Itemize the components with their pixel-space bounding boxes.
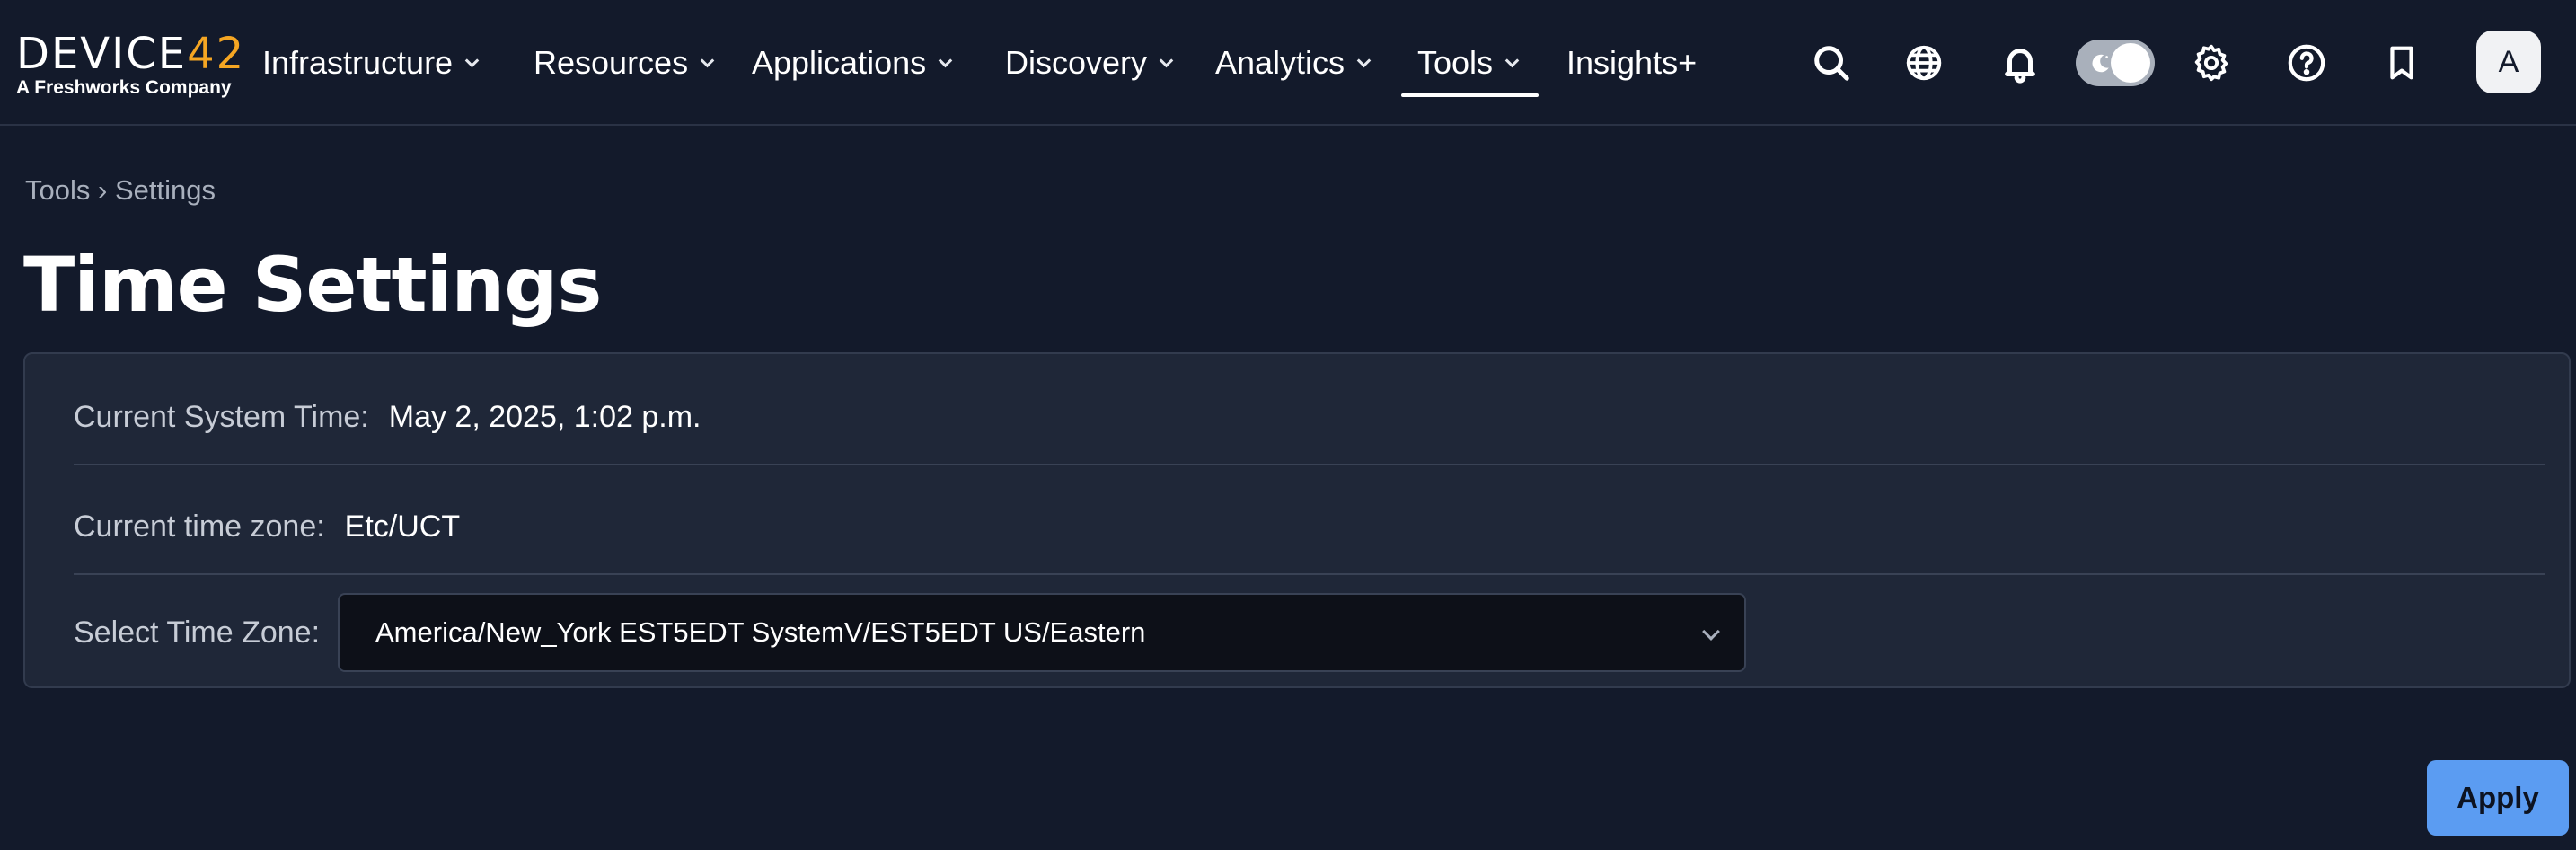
top-navigation-bar: DEVICE42 A Freshworks Company Infrastruc… (0, 0, 2576, 126)
nav-item-label: Analytics (1215, 44, 1345, 81)
current-timezone-label: Current time zone: (74, 509, 325, 544)
system-time-row: Current System Time: May 2, 2025, 1:02 p… (74, 390, 701, 444)
nav-item-tools[interactable]: Tools (1417, 40, 1520, 86)
nav-item-resources[interactable]: Resources (534, 40, 715, 86)
breadcrumb-current: Settings (114, 174, 216, 206)
timezone-select-value: America/New_York EST5EDT SystemV/EST5EDT… (375, 616, 1146, 648)
nav-item-label: Insights+ (1566, 44, 1698, 81)
nav-item-label: Applications (752, 44, 927, 81)
bell-icon[interactable] (1997, 40, 2043, 86)
chevron-down-icon (700, 53, 715, 67)
active-nav-indicator (1401, 93, 1539, 97)
chevron-down-icon (1504, 53, 1520, 67)
search-icon[interactable] (1808, 40, 1855, 86)
system-time-label: Current System Time: (74, 399, 369, 434)
nav-item-infrastructure[interactable]: Infrastructure (262, 40, 480, 86)
help-icon[interactable] (2283, 40, 2330, 86)
chevron-down-icon (1159, 53, 1174, 67)
nav-item-discovery[interactable]: Discovery (1005, 40, 1174, 86)
select-timezone-row: Select Time Zone: (74, 606, 320, 660)
avatar[interactable]: A (2476, 31, 2541, 93)
nav-item-label: Resources (534, 44, 689, 81)
moon-icon (2092, 54, 2109, 73)
system-time-value: May 2, 2025, 1:02 p.m. (388, 399, 701, 434)
chevron-down-icon (1356, 53, 1372, 67)
time-settings-card: Current System Time: May 2, 2025, 1:02 p… (23, 352, 2571, 688)
logo-text: DEVICE (16, 29, 188, 79)
theme-toggle[interactable] (2076, 40, 2155, 86)
breadcrumb-separator: › (98, 174, 108, 206)
row-divider (74, 464, 2545, 465)
page-title: Time Settings (23, 241, 602, 329)
logo-accent-text: 42 (187, 29, 246, 79)
nav-item-label: Tools (1417, 44, 1494, 81)
breadcrumb: Tools › Settings (25, 174, 216, 207)
toggle-knob (2111, 43, 2150, 83)
row-divider (74, 573, 2545, 575)
select-timezone-label: Select Time Zone: (74, 615, 321, 650)
nav-item-insights[interactable]: Insights+ (1566, 40, 1697, 86)
current-timezone-value: Etc/UCT (344, 509, 461, 544)
nav-item-applications[interactable]: Applications (752, 40, 953, 86)
chevron-down-icon (1702, 623, 1720, 641)
nav-item-label: Infrastructure (262, 44, 454, 81)
logo-tagline: A Freshworks Company (16, 77, 232, 98)
device42-logo[interactable]: DEVICE42 A Freshworks Company (16, 32, 243, 104)
current-timezone-row: Current time zone: Etc/UCT (74, 500, 460, 553)
nav-item-analytics[interactable]: Analytics (1215, 40, 1372, 86)
chevron-down-icon (938, 53, 953, 67)
timezone-select[interactable]: America/New_York EST5EDT SystemV/EST5EDT… (338, 593, 1746, 672)
globe-icon[interactable] (1901, 40, 1947, 86)
chevron-down-icon (464, 53, 480, 67)
apply-button[interactable]: Apply (2427, 760, 2569, 836)
bookmark-icon[interactable] (2378, 40, 2425, 86)
logo-wordmark: DEVICE42 (16, 32, 243, 75)
nav-item-label: Discovery (1005, 44, 1148, 81)
breadcrumb-link-tools[interactable]: Tools (25, 174, 90, 206)
gear-icon[interactable] (2188, 40, 2235, 86)
